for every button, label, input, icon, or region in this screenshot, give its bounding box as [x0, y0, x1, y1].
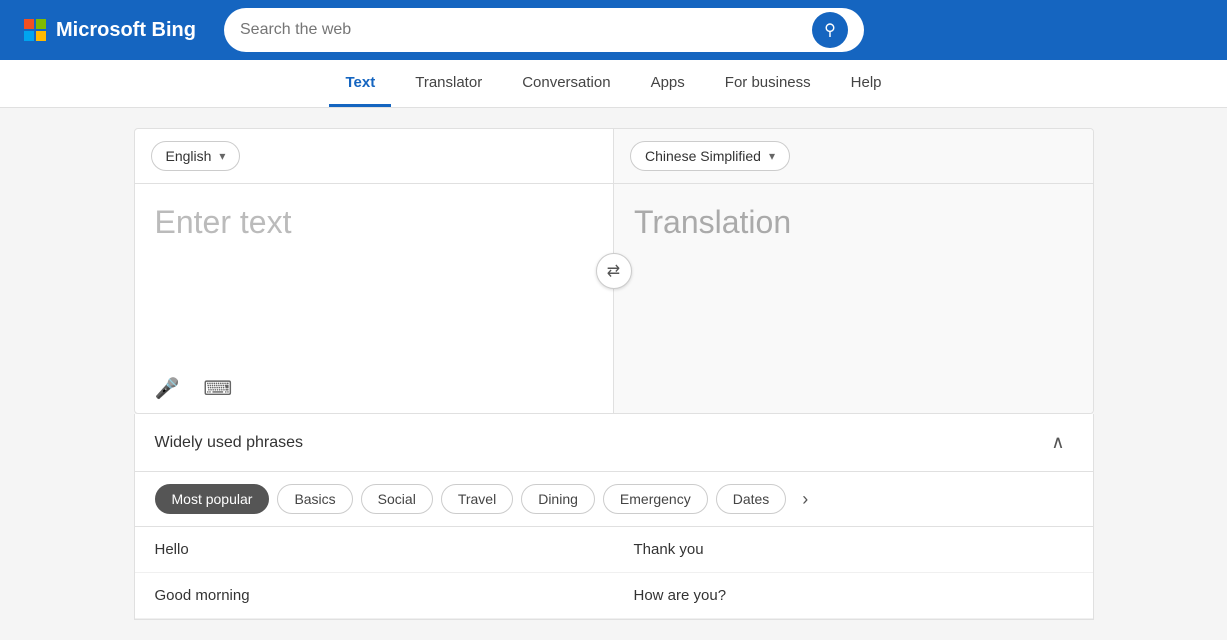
search-button[interactable]: ⚲ — [812, 12, 848, 48]
tab-most-popular[interactable]: Most popular — [155, 484, 270, 514]
source-dropdown-chevron: ▾ — [219, 149, 225, 163]
chevron-up-icon: ∧ — [1051, 432, 1064, 452]
source-panel: English ▾ Enter text 🎤 ⌨ — [135, 129, 614, 413]
target-panel-body: Translation — [614, 184, 1093, 413]
list-item[interactable]: Hello — [135, 527, 614, 573]
target-panel: Chinese Simplified ▾ Translation — [614, 129, 1093, 413]
keyboard-icon: ⌨ — [203, 376, 232, 401]
nav-item-conversation[interactable]: Conversation — [506, 60, 626, 107]
list-item[interactable]: Thank you — [614, 527, 1093, 573]
nav-item-translator[interactable]: Translator — [399, 60, 498, 107]
list-item[interactable]: How are you? — [614, 573, 1093, 619]
navbar: Text Translator Conversation Apps For bu… — [0, 60, 1227, 108]
microsoft-logo — [24, 19, 46, 41]
swap-languages-button[interactable]: ⇄ — [596, 253, 632, 289]
source-language-dropdown[interactable]: English ▾ — [151, 141, 241, 171]
phrases-next-button[interactable]: › — [794, 485, 816, 514]
target-dropdown-chevron: ▾ — [769, 149, 775, 163]
source-panel-footer: 🎤 ⌨ — [135, 364, 614, 413]
logo-area: Microsoft Bing — [24, 19, 204, 42]
phrases-collapse-button[interactable]: ∧ — [1043, 428, 1072, 457]
translator-container: English ▾ Enter text 🎤 ⌨ ⇄ — [134, 128, 1094, 414]
phrases-tabs: Most popular Basics Social Travel Dining… — [135, 472, 1093, 527]
search-icon: ⚲ — [824, 20, 836, 40]
mic-icon: 🎤 — [155, 376, 180, 401]
keyboard-button[interactable]: ⌨ — [199, 372, 236, 405]
target-language-dropdown[interactable]: Chinese Simplified ▾ — [630, 141, 790, 171]
nav-item-apps[interactable]: Apps — [635, 60, 701, 107]
nav-item-help[interactable]: Help — [835, 60, 898, 107]
swap-icon: ⇄ — [607, 261, 620, 281]
microphone-button[interactable]: 🎤 — [151, 372, 184, 405]
phrases-title: Widely used phrases — [155, 434, 304, 452]
tab-basics[interactable]: Basics — [277, 484, 352, 514]
chevron-right-icon: › — [802, 489, 808, 509]
search-input[interactable] — [240, 21, 804, 39]
list-item[interactable]: Good morning — [135, 573, 614, 619]
nav-item-text[interactable]: Text — [329, 60, 391, 107]
search-bar: ⚲ — [224, 8, 864, 52]
tab-travel[interactable]: Travel — [441, 484, 513, 514]
header: Microsoft Bing ⚲ — [0, 0, 1227, 60]
source-language-label: English — [166, 148, 212, 164]
source-panel-header: English ▾ — [135, 129, 614, 184]
brand-name: Microsoft Bing — [56, 19, 196, 42]
nav-item-for-business[interactable]: For business — [709, 60, 827, 107]
main-content: English ▾ Enter text 🎤 ⌨ ⇄ — [114, 108, 1114, 640]
target-panel-header: Chinese Simplified ▾ — [614, 129, 1093, 184]
tab-social[interactable]: Social — [361, 484, 433, 514]
source-panel-body[interactable]: Enter text — [135, 184, 614, 364]
tab-dates[interactable]: Dates — [716, 484, 787, 514]
phrases-header: Widely used phrases ∧ — [135, 414, 1093, 472]
tab-dining[interactable]: Dining — [521, 484, 595, 514]
target-language-label: Chinese Simplified — [645, 148, 761, 164]
phrases-section: Widely used phrases ∧ Most popular Basic… — [134, 414, 1094, 620]
phrases-list: Hello Thank you Good morning How are you… — [135, 527, 1093, 619]
source-placeholder: Enter text — [155, 204, 594, 241]
tab-emergency[interactable]: Emergency — [603, 484, 708, 514]
translation-placeholder: Translation — [634, 204, 1073, 241]
